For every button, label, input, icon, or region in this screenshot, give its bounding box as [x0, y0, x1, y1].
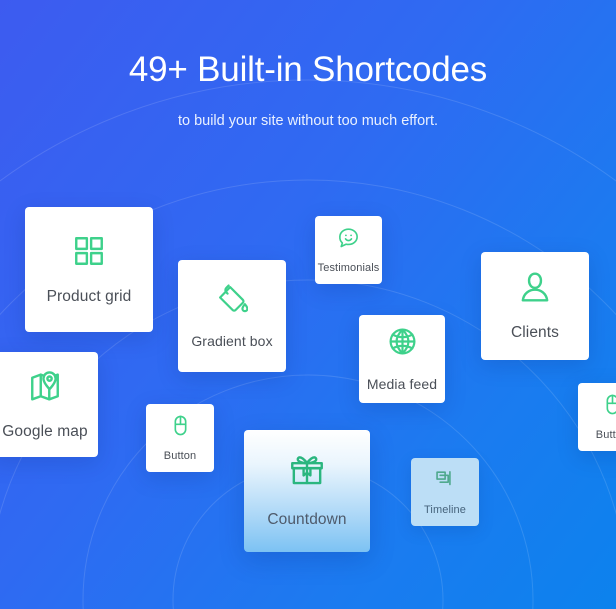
paint-bucket-icon [217, 283, 248, 314]
gift-box-icon [290, 453, 324, 487]
shortcode-card-label: Gradient box [191, 333, 273, 349]
shortcode-card[interactable]: Testimonials [315, 216, 382, 284]
shortcode-card-label: Google map [2, 422, 88, 440]
computer-mouse-icon [601, 393, 616, 416]
shortcode-card-label: Button [163, 450, 197, 462]
globe-icon [387, 326, 418, 357]
shortcode-card-label: Product grid [46, 287, 132, 305]
shortcode-card[interactable]: Gradient box [178, 260, 286, 372]
shortcode-card-label: Clients [510, 324, 560, 341]
computer-mouse-icon [169, 414, 192, 437]
shortcode-card[interactable]: Countdown [244, 430, 370, 552]
shortcode-card[interactable]: Clients [481, 252, 589, 360]
shortcode-card[interactable]: Button [578, 383, 616, 451]
shortcode-card[interactable]: Google map [0, 352, 98, 457]
shortcode-card[interactable]: Button [146, 404, 214, 472]
page-title: 49+ Built-in Shortcodes [128, 50, 488, 89]
user-person-icon [518, 270, 552, 304]
shortcode-card[interactable]: Media feed [359, 315, 445, 403]
shortcode-card-label: Media feed [366, 376, 438, 392]
smiley-speech-bubble-icon [337, 226, 360, 249]
page-subtitle: to build your site without too much effo… [177, 113, 439, 129]
shortcode-card[interactable]: Timeline [411, 458, 479, 526]
shortcode-card-label: Button [595, 429, 616, 441]
hero-section: 49+ Built-in Shortcodes to build your si… [0, 0, 616, 609]
shortcode-card-label: Timeline [424, 504, 466, 516]
shortcode-card-label: Testimonials [317, 262, 380, 274]
shortcode-card[interactable]: Product grid [25, 207, 153, 332]
flag-icon [434, 468, 457, 491]
map-pin-folded-icon [28, 369, 62, 403]
grid-four-squares-icon [72, 234, 106, 268]
shortcode-card-label: Countdown [267, 511, 347, 528]
